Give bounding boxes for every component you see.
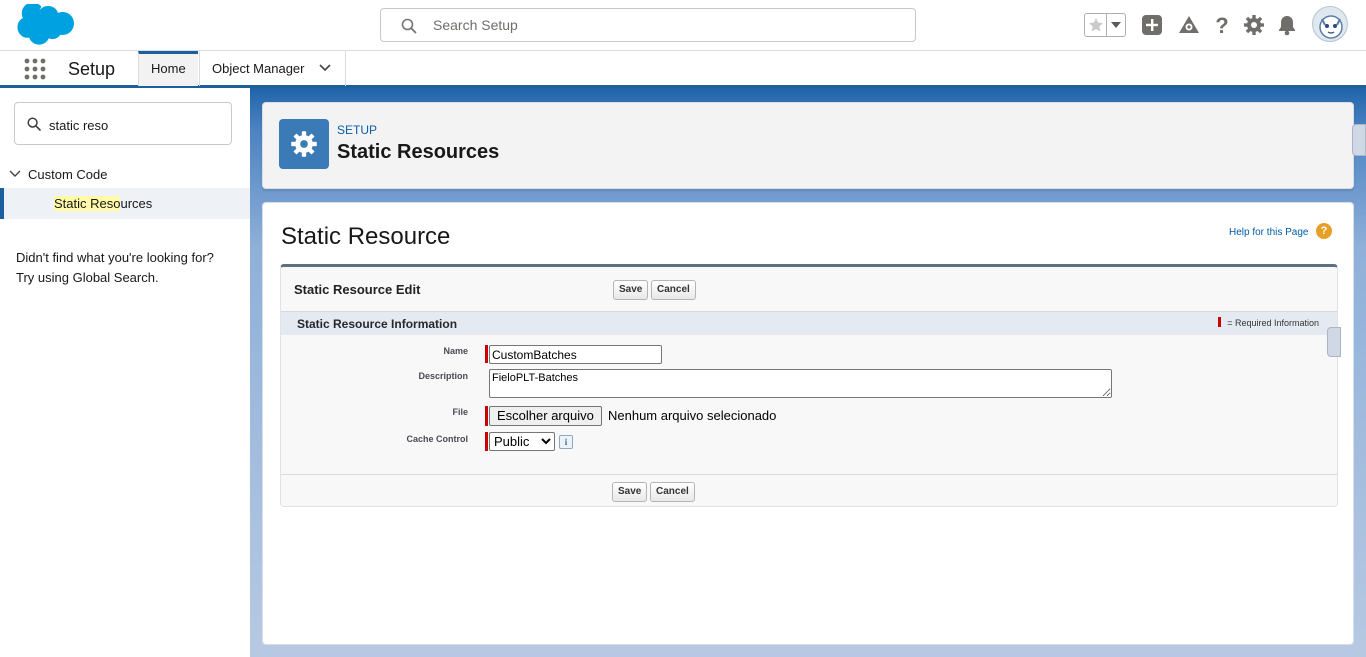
block-footer: Save Cancel	[281, 474, 1337, 507]
section-header-title: Static Resource Information	[297, 317, 458, 331]
nav-bar: Setup Home Object Manager	[0, 51, 1366, 88]
tab-object-manager[interactable]: Object Manager	[199, 51, 346, 86]
description-label: Description	[418, 371, 468, 381]
search-icon	[401, 18, 417, 34]
favorites-group[interactable]	[1084, 13, 1126, 37]
not-found-line1: Didn't find what you're looking for?	[16, 250, 214, 265]
tab-object-manager-label: Object Manager	[212, 61, 305, 76]
chevron-down-icon[interactable]	[8, 167, 22, 181]
salesforce-logo[interactable]	[14, 4, 76, 46]
search-highlight: Static Reso	[54, 196, 121, 211]
help-for-this-page-link[interactable]: Help for this Page	[1229, 227, 1309, 238]
file-status-text: Nenhum arquivo selecionado	[608, 408, 777, 423]
section-header: Static Resource Information = Required I…	[281, 311, 1337, 335]
search-setup[interactable]	[380, 8, 916, 42]
file-label: File	[452, 407, 468, 417]
sidebar: Custom Code Static Resources Didn't find…	[0, 88, 250, 657]
section-title: Static Resource	[281, 223, 451, 250]
app-name: Setup	[68, 59, 116, 79]
save-button-bottom[interactable]: Save	[612, 482, 648, 502]
panel-toggle-handle[interactable]	[1352, 124, 1366, 156]
page-header: SETUP Static Resources	[262, 102, 1354, 189]
help-question-icon[interactable]: ?	[1316, 223, 1332, 239]
required-legend-text: = Required Information	[1227, 318, 1319, 328]
block-title: Static Resource Edit	[294, 282, 421, 297]
trailhead-icon[interactable]	[1178, 14, 1200, 36]
tree-leaf-static-resources[interactable]: Static Resources	[0, 188, 250, 219]
name-label: Name	[443, 346, 468, 356]
search-input[interactable]	[431, 15, 901, 35]
choose-file-button[interactable]: Escolher arquivo	[489, 406, 602, 426]
chevron-down-icon[interactable]	[1107, 14, 1125, 36]
cache-control-select[interactable]: Public	[489, 432, 555, 451]
cache-control-label: Cache Control	[406, 434, 468, 444]
tab-home-label: Home	[151, 61, 186, 76]
setup-gear-icon	[279, 119, 329, 169]
info-icon[interactable]: i	[559, 435, 573, 449]
quick-find-input[interactable]	[47, 115, 222, 135]
chevron-down-icon[interactable]	[318, 64, 331, 72]
page-eyebrow[interactable]: SETUP	[337, 123, 377, 137]
not-found-line2: Try using Global Search.	[16, 270, 159, 285]
main-card: Static Resource Help for this Page ? Sta…	[262, 202, 1354, 645]
not-found-message: Didn't find what you're looking for? Try…	[16, 248, 241, 288]
app-launcher-icon[interactable]	[24, 58, 46, 80]
required-marker	[485, 432, 488, 451]
tree-leaf-label-rest: urces	[120, 196, 153, 211]
static-resource-edit-block: Static Resource Edit Save Cancel Static …	[280, 264, 1338, 507]
panel-toggle-handle[interactable]	[1327, 327, 1341, 357]
help-icon[interactable]: ?	[1211, 14, 1233, 36]
plus-icon[interactable]	[1141, 14, 1163, 36]
tree-node-label: Custom Code	[28, 167, 108, 182]
avatar[interactable]	[1312, 6, 1348, 42]
star-icon[interactable]	[1085, 14, 1108, 36]
quick-find[interactable]	[14, 102, 232, 145]
description-textarea[interactable]: FieloPLT-Batches	[489, 369, 1112, 398]
page-title: Static Resources	[337, 141, 500, 163]
tree-node-custom-code[interactable]: Custom Code	[8, 165, 107, 185]
svg-text:?: ?	[1215, 14, 1228, 36]
cancel-button-bottom[interactable]: Cancel	[650, 482, 695, 502]
cancel-button-top[interactable]: Cancel	[651, 280, 696, 300]
gear-icon[interactable]	[1243, 14, 1265, 36]
required-marker	[485, 345, 488, 363]
bell-icon[interactable]	[1276, 14, 1298, 36]
global-header: ?	[0, 0, 1366, 51]
save-button-top[interactable]: Save	[613, 280, 649, 300]
name-input[interactable]	[489, 345, 662, 364]
required-marker	[1218, 317, 1222, 327]
tab-home[interactable]: Home	[138, 51, 198, 86]
required-marker	[485, 406, 488, 426]
search-icon	[27, 117, 41, 131]
required-legend: = Required Information	[1218, 317, 1319, 328]
